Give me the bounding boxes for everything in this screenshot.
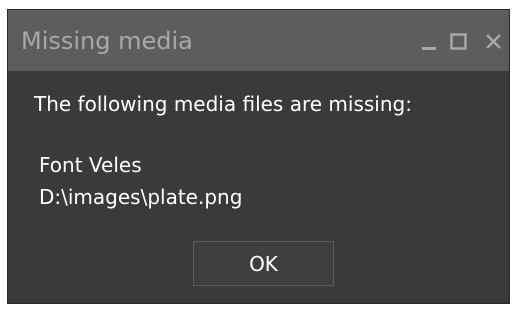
missing-media-dialog: Missing media The following media files … (7, 9, 510, 304)
maximize-icon (450, 33, 467, 50)
missing-file-item: Font Veles (39, 153, 142, 177)
title-bar[interactable]: Missing media (8, 10, 509, 71)
close-icon (486, 34, 501, 49)
minimize-button[interactable] (419, 30, 441, 52)
close-button[interactable] (483, 30, 505, 52)
missing-files-message: The following media files are missing: (34, 92, 412, 116)
minimize-icon (422, 47, 436, 50)
missing-file-item: D:\images\plate.png (39, 185, 243, 209)
maximize-button[interactable] (448, 30, 470, 52)
missing-files-list: Font Veles D:\images\plate.png (39, 149, 242, 213)
ok-button[interactable]: OK (193, 241, 334, 286)
window-title: Missing media (21, 27, 193, 55)
